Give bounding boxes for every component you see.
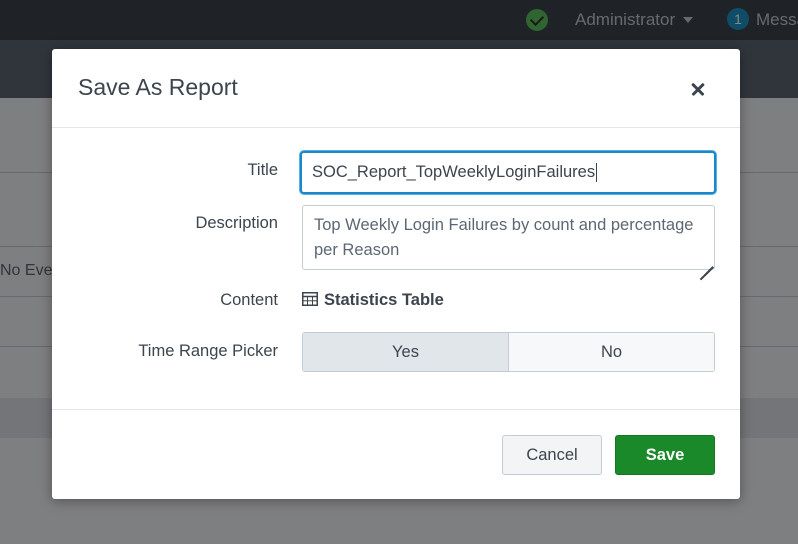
dialog-footer-divider (52, 409, 740, 410)
cancel-button[interactable]: Cancel (502, 435, 602, 475)
save-button[interactable]: Save (615, 435, 715, 475)
dialog-title: Save As Report (78, 74, 238, 100)
table-icon (302, 292, 318, 306)
description-value: Top Weekly Login Failures by count and p… (314, 216, 694, 259)
time-range-yes-option[interactable]: Yes (303, 333, 509, 371)
description-textarea[interactable]: Top Weekly Login Failures by count and p… (302, 205, 715, 280)
dialog-header: Save As Report (52, 49, 740, 128)
resize-handle-icon[interactable] (699, 254, 714, 280)
text-cursor (596, 163, 598, 183)
description-label: Description (195, 214, 278, 232)
time-range-picker-toggle: Yes No (302, 332, 715, 372)
time-range-no-option[interactable]: No (509, 333, 714, 371)
title-input-value: SOC_Report_TopWeeklyLoginFailures (312, 163, 596, 181)
save-as-report-dialog: Save As Report Title SOC_Report_TopWeekl… (52, 49, 740, 499)
time-range-picker-label: Time Range Picker (138, 342, 278, 360)
content-value: Statistics Table (302, 291, 444, 310)
content-label: Content (220, 291, 278, 309)
close-icon[interactable] (686, 77, 710, 101)
title-label: Title (247, 161, 278, 179)
content-value-text: Statistics Table (324, 291, 444, 309)
title-input[interactable]: SOC_Report_TopWeeklyLoginFailures (300, 151, 716, 194)
